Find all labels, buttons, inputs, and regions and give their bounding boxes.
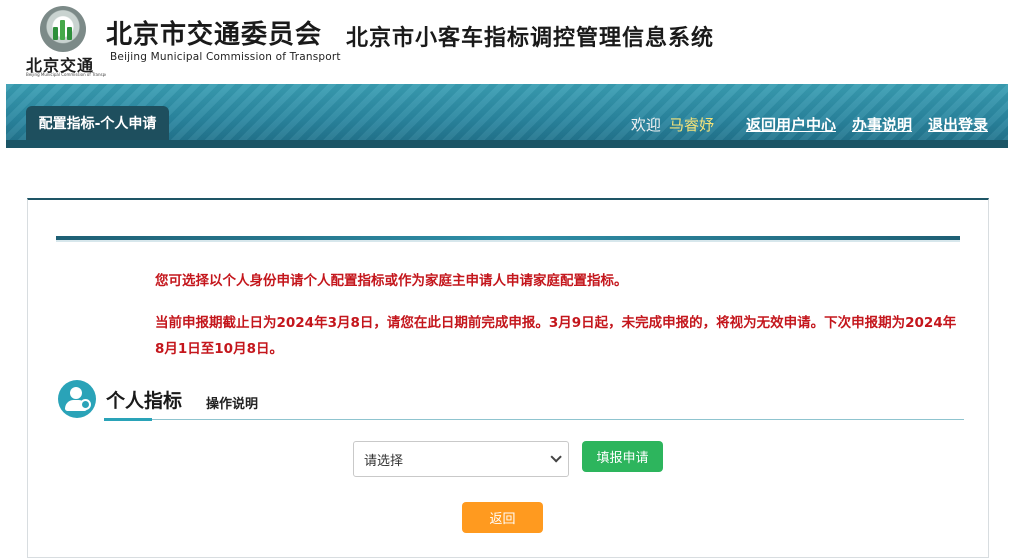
notice-text: 您可选择以个人身份申请个人配置指标或作为家庭主申请人申请家庭配置指标。 [155, 273, 628, 289]
user-avatar-icon [58, 380, 96, 418]
submit-button[interactable]: 填报申请 [582, 441, 663, 472]
logo-bars-icon [53, 18, 73, 40]
section-underline [104, 419, 964, 420]
agency-name: 北京市交通委员会 [106, 20, 323, 50]
page-tab[interactable]: 配置指标-个人申请 [26, 106, 169, 140]
content-card: 您可选择以个人身份申请个人配置指标或作为家庭主申请人申请家庭配置指标。 当前申报… [27, 198, 989, 558]
section-header: 个人指标 操作说明 [56, 380, 964, 422]
commission-logo: 北京交通 Beijing Municipal Commission of Tra… [24, 6, 106, 77]
site-header: 北京交通 Beijing Municipal Commission of Tra… [0, 0, 1018, 84]
agency-name-en: Beijing Municipal Commission of Transpor… [110, 51, 341, 63]
card-divider [56, 236, 960, 242]
nav-banner: 配置指标-个人申请 欢迎 马睿妤 返回用户中心 办事说明 退出登录 [6, 84, 1008, 148]
apply-type-select[interactable]: 请选择 [353, 441, 569, 477]
section-title: 个人指标 [106, 390, 183, 412]
help-link[interactable]: 操作说明 [206, 393, 258, 412]
chevron-down-icon [550, 451, 562, 463]
deadline-notice: 当前申报期截止日为2024年3月8日，请您在此日期前完成申报。3月9日起，未完成… [155, 315, 957, 357]
logo-subtext: Beijing Municipal Commission of Transpor… [26, 72, 106, 77]
select-value: 请选择 [364, 453, 404, 469]
user-center-link[interactable]: 返回用户中心 [746, 114, 836, 135]
logout-link[interactable]: 退出登录 [928, 114, 988, 135]
instructions-link[interactable]: 办事说明 [852, 114, 912, 135]
user-nav: 欢迎 马睿妤 返回用户中心 办事说明 退出登录 [631, 113, 988, 135]
welcome-text: 欢迎 [630, 115, 661, 134]
system-title: 北京市小客车指标调控管理信息系统 [346, 26, 715, 51]
banner-bottom-strip [6, 140, 1008, 148]
username: 马睿妤 [668, 115, 714, 134]
back-button[interactable]: 返回 [462, 502, 543, 533]
section-underline-accent [104, 418, 152, 421]
